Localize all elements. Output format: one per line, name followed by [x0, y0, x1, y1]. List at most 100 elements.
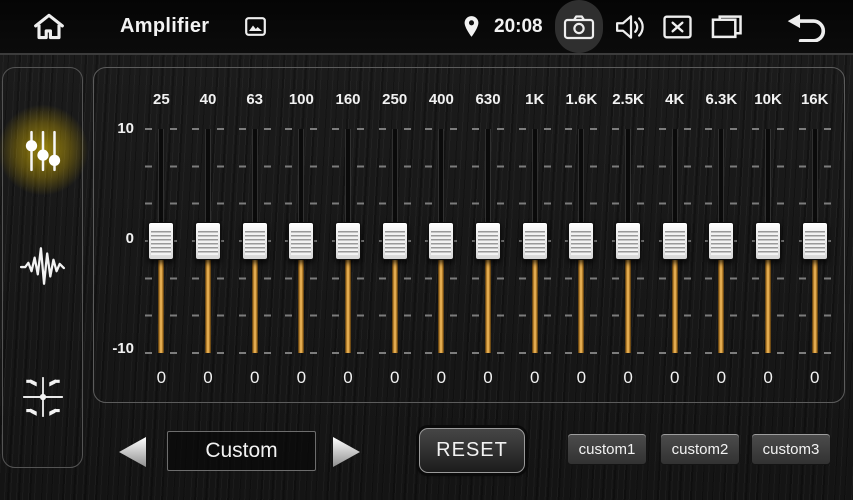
- equalizer-panel: 10 0 -10 25 0 40 0 63: [93, 67, 845, 403]
- recent-apps-button[interactable]: [706, 0, 748, 53]
- band-slider[interactable]: [605, 129, 652, 353]
- preset-custom1-button[interactable]: custom1: [567, 433, 647, 465]
- eq-band: 400 0: [418, 68, 465, 402]
- band-slider[interactable]: [418, 129, 465, 353]
- sidebar-item-equalizer[interactable]: [3, 128, 82, 174]
- preset-selector[interactable]: Custom: [167, 431, 316, 471]
- knob-ribs: [151, 231, 171, 255]
- band-frequency-label: 2.5K: [612, 90, 644, 110]
- preset-custom3-button[interactable]: custom3: [751, 433, 831, 465]
- band-slider[interactable]: [791, 129, 838, 353]
- knob-ribs: [338, 231, 358, 255]
- eq-bands: 25 0 40 0 63 0 100: [138, 68, 838, 402]
- band-slider[interactable]: [278, 129, 325, 353]
- knob-ribs: [245, 231, 265, 255]
- back-icon: [784, 12, 830, 42]
- screenshot-button[interactable]: [555, 0, 603, 53]
- preset-previous-button[interactable]: [115, 434, 151, 470]
- band-slider[interactable]: [558, 129, 605, 353]
- slider-knob[interactable]: [195, 222, 221, 260]
- slider-knob[interactable]: [662, 222, 688, 260]
- home-icon: [32, 12, 66, 42]
- band-value-label: 0: [577, 367, 586, 389]
- band-slider[interactable]: [511, 129, 558, 353]
- band-value-label: 0: [530, 367, 539, 389]
- band-slider[interactable]: [698, 129, 745, 353]
- knob-ribs: [385, 231, 405, 255]
- eq-band: 630 0: [465, 68, 512, 402]
- preset-custom2-button[interactable]: custom2: [660, 433, 740, 465]
- eq-band: 10K 0: [745, 68, 792, 402]
- band-slider[interactable]: [138, 129, 185, 353]
- sidebar-item-balance-fader[interactable]: [3, 374, 82, 420]
- location-pin-icon: [458, 0, 484, 53]
- slider-knob[interactable]: [288, 222, 314, 260]
- eq-band: 16K 0: [791, 68, 838, 402]
- knob-ribs: [571, 231, 591, 255]
- band-value-label: 0: [670, 367, 679, 389]
- preset-next-button[interactable]: [328, 434, 364, 470]
- band-frequency-label: 16K: [801, 90, 829, 110]
- band-frequency-label: 100: [289, 90, 314, 110]
- band-slider[interactable]: [465, 129, 512, 353]
- sidebar-item-sound-effects[interactable]: [3, 244, 82, 288]
- slider-knob[interactable]: [475, 222, 501, 260]
- slider-knob[interactable]: [615, 222, 641, 260]
- clock: 20:08: [494, 0, 543, 53]
- band-frequency-label: 4K: [665, 90, 684, 110]
- back-button[interactable]: [782, 0, 832, 53]
- eq-band: 2.5K 0: [605, 68, 652, 402]
- band-frequency-label: 160: [336, 90, 361, 110]
- slider-knob[interactable]: [708, 222, 734, 260]
- slider-knob[interactable]: [148, 222, 174, 260]
- home-button[interactable]: [26, 0, 72, 53]
- knob-ribs: [711, 231, 731, 255]
- eq-sliders-icon: [20, 128, 66, 174]
- eq-band: 250 0: [371, 68, 418, 402]
- band-slider[interactable]: [371, 129, 418, 353]
- band-frequency-label: 1.6K: [566, 90, 598, 110]
- close-app-button[interactable]: [660, 0, 694, 53]
- band-frequency-label: 40: [200, 90, 217, 110]
- band-slider[interactable]: [325, 129, 372, 353]
- band-slider[interactable]: [745, 129, 792, 353]
- band-frequency-label: 6.3K: [706, 90, 738, 110]
- slider-knob[interactable]: [755, 222, 781, 260]
- scale-label-mid: 0: [94, 230, 134, 248]
- slider-knob[interactable]: [335, 222, 361, 260]
- slider-knob[interactable]: [242, 222, 268, 260]
- camera-icon: [563, 14, 595, 40]
- balance-speakers-icon: [20, 374, 66, 420]
- knob-ribs: [758, 231, 778, 255]
- slider-knob[interactable]: [382, 222, 408, 260]
- band-slider[interactable]: [651, 129, 698, 353]
- band-value-label: 0: [810, 367, 819, 389]
- knob-ribs: [618, 231, 638, 255]
- slider-knob[interactable]: [428, 222, 454, 260]
- speaker-icon: [615, 13, 647, 41]
- band-slider[interactable]: [185, 129, 232, 353]
- band-value-label: 0: [437, 367, 446, 389]
- eq-band: 25 0: [138, 68, 185, 402]
- reset-button[interactable]: RESET: [419, 428, 525, 473]
- eq-band: 4K 0: [651, 68, 698, 402]
- image-icon[interactable]: [240, 0, 270, 53]
- slider-knob[interactable]: [802, 222, 828, 260]
- slider-knob[interactable]: [522, 222, 548, 260]
- band-slider[interactable]: [231, 129, 278, 353]
- band-value-label: 0: [623, 367, 632, 389]
- slider-knob[interactable]: [568, 222, 594, 260]
- eq-band: 63 0: [231, 68, 278, 402]
- band-value-label: 0: [483, 367, 492, 389]
- close-box-icon: [663, 15, 692, 39]
- preset-name: Custom: [205, 439, 277, 463]
- band-frequency-label: 630: [476, 90, 501, 110]
- band-value-label: 0: [343, 367, 352, 389]
- eq-band: 1.6K 0: [558, 68, 605, 402]
- band-value-label: 0: [297, 367, 306, 389]
- waveform-icon: [19, 244, 67, 288]
- arrow-right-icon: [328, 434, 364, 470]
- volume-button[interactable]: [610, 0, 652, 53]
- db-scale: 10 0 -10: [94, 68, 138, 402]
- band-frequency-label: 400: [429, 90, 454, 110]
